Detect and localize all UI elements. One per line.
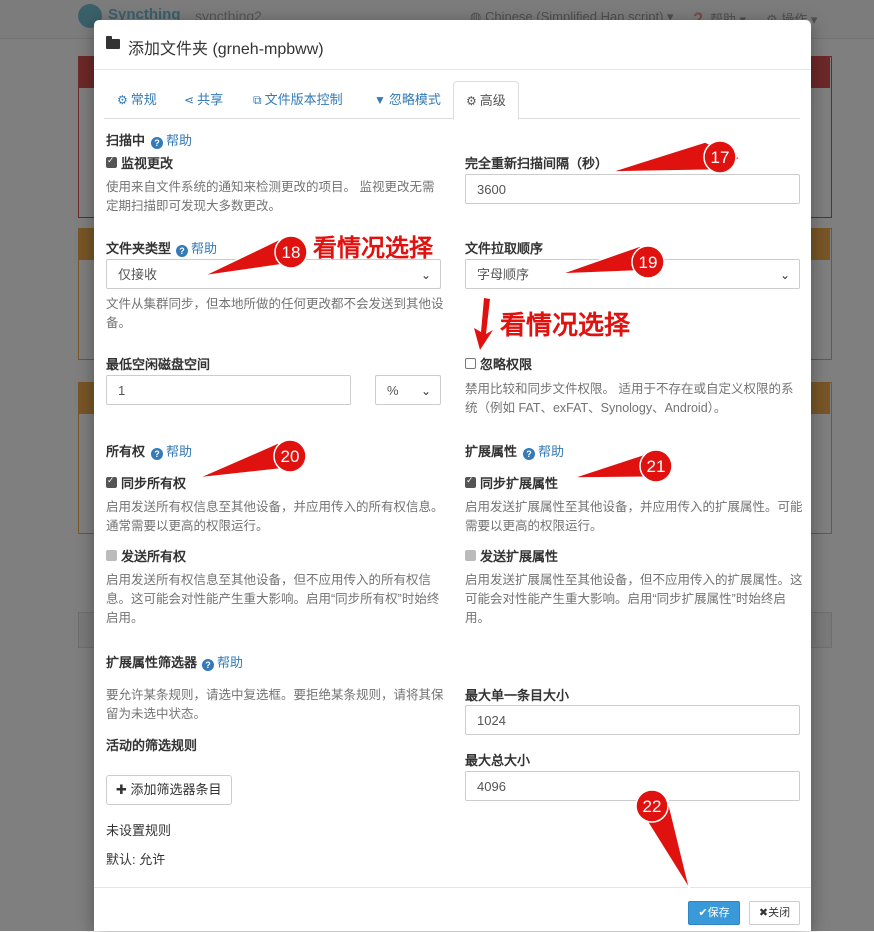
add-folder-modal: 添加文件夹 (grneh-mpbww) ⚙ 常规 ⋖ 共享 ⧉ 文件版本控制 ▼ 忽略模… bbox=[94, 20, 811, 931]
xattr-filter-label: 扩展属性筛选器 bbox=[106, 655, 198, 670]
rescan-interval-label: 完全重新扫描间隔（秒） bbox=[465, 156, 609, 171]
chevron-down-icon: ⌄ bbox=[779, 268, 790, 282]
gear-icon: ⚙ bbox=[117, 93, 128, 107]
max-total-size-label: 最大总大小 bbox=[465, 753, 531, 768]
xattr-filter-help-link[interactable]: ? 帮助 bbox=[202, 652, 243, 671]
sync-xattrs-checkbox[interactable]: 同步扩展属性 bbox=[465, 473, 558, 492]
plus-icon: ✚ bbox=[116, 782, 127, 797]
check-icon: ✔ bbox=[698, 907, 708, 919]
default-allow-text: 默认: 允许 bbox=[106, 852, 166, 867]
cogs-icon: ⚙ bbox=[466, 94, 477, 108]
xattrs-help-link[interactable]: ? 帮助 bbox=[523, 441, 564, 460]
ignore-permissions-description: 禁用比较和同步文件权限。 适用于不存在或自定义权限的系统（例如 FAT、exFA… bbox=[465, 382, 794, 415]
watch-changes-checkbox[interactable]: 监视更改 bbox=[106, 153, 173, 172]
question-icon: ? bbox=[151, 448, 163, 460]
tab-versioning[interactable]: ⧉ 文件版本控制 bbox=[241, 81, 355, 117]
max-single-entry-input[interactable]: 1024 bbox=[465, 705, 800, 735]
chevron-down-icon: ⌄ bbox=[420, 384, 431, 398]
xattrs-label: 扩展属性 bbox=[465, 444, 518, 459]
max-single-entry-label: 最大单一条目大小 bbox=[465, 688, 570, 703]
ignore-permissions-checkbox[interactable]: 忽略权限 bbox=[465, 354, 532, 373]
ownership-help-link[interactable]: ? 帮助 bbox=[151, 441, 192, 460]
send-ownership-checkbox[interactable]: 发送所有权 bbox=[106, 546, 186, 565]
folder-icon bbox=[106, 36, 120, 49]
save-button[interactable]: ✔保存 bbox=[688, 901, 740, 925]
chevron-down-icon: ⌄ bbox=[420, 268, 431, 282]
question-icon: ? bbox=[523, 448, 535, 460]
rescan-interval-input[interactable]: 3600 bbox=[465, 174, 800, 204]
question-icon: ? bbox=[151, 137, 163, 149]
modal-tabs: ⚙ 常规 ⋖ 共享 ⧉ 文件版本控制 ▼ 忽略模式 ⚙ 高级 bbox=[104, 81, 800, 120]
folder-type-label: 文件夹类型 bbox=[106, 241, 172, 256]
min-disk-free-input[interactable]: 1 bbox=[106, 375, 351, 405]
add-filter-entry-button[interactable]: ✚ 添加筛选器条目 bbox=[106, 775, 232, 805]
no-rules-text: 未设置规则 bbox=[106, 823, 172, 838]
send-xattrs-description: 启用发送扩展属性至其他设备，但不应用传入的扩展属性。这可能会对性能产生重大影响。… bbox=[465, 573, 803, 625]
close-icon: ✖ bbox=[758, 907, 769, 919]
watch-changes-description: 使用来自文件系统的通知来检测更改的项目。 监视更改无需定期扫描即可发现大多数更改… bbox=[106, 180, 435, 213]
share-icon: ⋖ bbox=[184, 93, 195, 107]
sync-xattrs-description: 启用发送扩展属性至其他设备，并应用传入的扩展属性。可能需要以更高的权限运行。 bbox=[465, 500, 803, 533]
filter-icon: ▼ bbox=[374, 93, 386, 107]
folder-type-select[interactable]: 仅接收 ⌄ bbox=[106, 259, 441, 289]
active-filter-rules-label: 活动的筛选规则 bbox=[106, 738, 198, 753]
sync-ownership-checkbox[interactable]: 同步所有权 bbox=[106, 473, 186, 492]
scanning-label: 扫描中 bbox=[106, 133, 146, 148]
modal-title: 添加文件夹 (grneh-mpbww) bbox=[128, 41, 324, 58]
min-disk-unit-select[interactable]: % ⌄ bbox=[375, 375, 441, 405]
scanning-help-link[interactable]: ? 帮助 bbox=[151, 130, 192, 149]
question-icon: ? bbox=[176, 245, 188, 257]
tab-ignore-patterns[interactable]: ▼ 忽略模式 bbox=[362, 81, 453, 117]
modal-header: 添加文件夹 (grneh-mpbww) bbox=[94, 20, 811, 70]
folder-type-help-link[interactable]: ? 帮助 bbox=[176, 238, 217, 257]
annotation-note-2: 看情况选择 bbox=[500, 311, 631, 341]
folder-type-description: 文件从集群同步，但本地所做的任何更改都不会发送到其他设备。 bbox=[106, 297, 444, 330]
send-ownership-description: 启用发送所有权信息至其他设备，但不应用传入的所有权信息。这可能会对性能产生重大影… bbox=[106, 573, 440, 625]
tab-general[interactable]: ⚙ 常规 bbox=[105, 81, 169, 117]
tab-sharing[interactable]: ⋖ 共享 bbox=[172, 81, 235, 117]
tab-advanced[interactable]: ⚙ 高级 bbox=[453, 81, 519, 120]
copy-icon: ⧉ bbox=[253, 93, 262, 107]
min-disk-free-label: 最低空闲磁盘空间 bbox=[106, 357, 211, 372]
modal-footer: ✔保存 ✖关闭 bbox=[94, 887, 811, 932]
pull-order-label: 文件拉取顺序 bbox=[465, 241, 544, 256]
question-icon: ? bbox=[202, 659, 214, 671]
ownership-label: 所有权 bbox=[106, 444, 146, 459]
send-xattrs-checkbox[interactable]: 发送扩展属性 bbox=[465, 546, 558, 565]
close-button[interactable]: ✖关闭 bbox=[749, 901, 800, 925]
pull-order-select[interactable]: 字母顺序 ⌄ bbox=[465, 259, 800, 289]
xattr-filter-description: 要允许某条规则，请选中复选框。要拒绝某条规则，请将其保留为未选中状态。 bbox=[106, 688, 444, 721]
max-total-size-input[interactable]: 4096 bbox=[465, 771, 800, 801]
sync-ownership-description: 启用发送所有权信息至其他设备，并应用传入的所有权信息。通常需要以更高的权限运行。 bbox=[106, 500, 444, 533]
annotation-note-1: 看情况选择 bbox=[313, 234, 433, 262]
